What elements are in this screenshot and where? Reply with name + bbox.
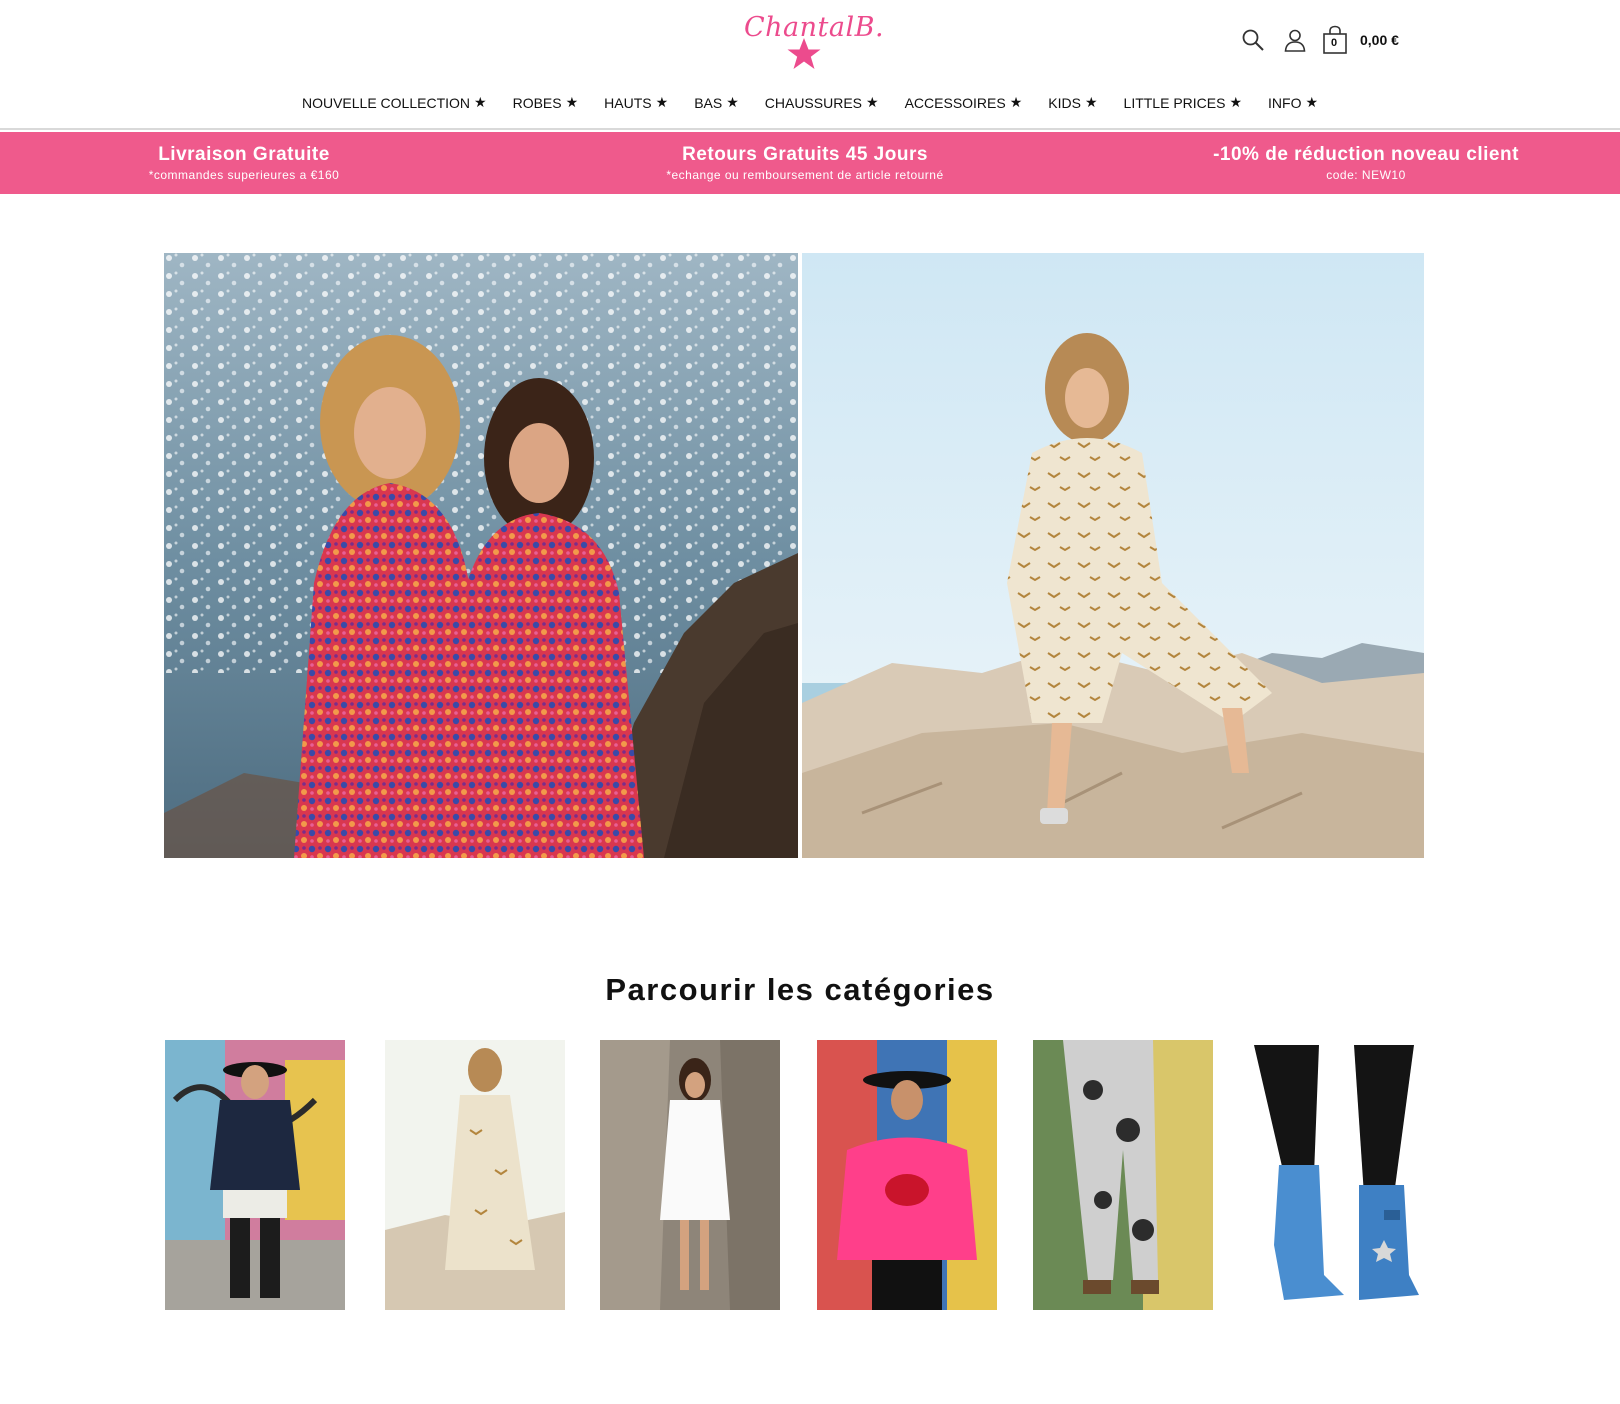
category-tile-5[interactable] [1033, 1040, 1213, 1310]
star-icon: ★ [1305, 94, 1319, 110]
promo-subtitle: *echange ou remboursement de article ret… [666, 168, 944, 182]
star-icon: ★ [1009, 94, 1023, 110]
nav-item-little-prices[interactable]: LITTLE PRICES ★ [1124, 94, 1242, 111]
star-icon [787, 38, 821, 69]
nav-item-hauts[interactable]: HAUTS ★ [604, 94, 668, 111]
nav-item-info[interactable]: INFO ★ [1268, 94, 1318, 111]
user-icon[interactable] [1280, 25, 1310, 55]
star-icon: ★ [474, 94, 487, 110]
category-tile-2[interactable] [385, 1040, 565, 1310]
nav-item-robes[interactable]: ROBES ★ [513, 94, 579, 111]
promo-new-client-discount: -10% de réduction noveau client code: NE… [1186, 144, 1546, 182]
nav-item-bas[interactable]: BAS ★ [694, 94, 739, 111]
star-icon: ★ [655, 94, 669, 110]
shopping-bag-icon[interactable]: 0 [1322, 25, 1352, 55]
cart-count-badge: 0 [1330, 37, 1338, 49]
nav-item-nouvelle-collection[interactable]: NOUVELLE COLLECTION ★ [302, 94, 487, 111]
star-icon: ★ [866, 94, 879, 110]
promo-title: -10% de réduction noveau client [1213, 144, 1519, 165]
star-icon: ★ [1229, 94, 1243, 110]
hero-image-beach-duo[interactable] [164, 253, 798, 858]
promo-subtitle: *commandes superieures a €160 [148, 168, 340, 182]
categories-heading: Parcourir les catégories [605, 972, 995, 1007]
cart-total[interactable]: 0,00 € [1360, 32, 1399, 48]
promo-bar: Livraison Gratuite *commandes superieure… [0, 132, 1620, 194]
promo-subtitle: code: NEW10 [1326, 168, 1406, 182]
category-tile-1[interactable] [165, 1040, 345, 1310]
category-tile-4[interactable] [817, 1040, 997, 1310]
hero-image-white-dress[interactable] [802, 253, 1424, 858]
brand-logo[interactable]: ChantalB. [740, 6, 890, 76]
main-nav: NOUVELLE COLLECTION ★ ROBES ★ HAUTS ★ BAS ★ … [0, 94, 1620, 111]
nav-item-accessoires[interactable]: ACCESSOIRES ★ [905, 94, 1023, 111]
star-icon: ★ [1084, 94, 1098, 110]
promo-title: Livraison Gratuite [158, 144, 330, 165]
search-icon[interactable] [1238, 25, 1268, 55]
header-actions: 0 0,00 € [1238, 22, 1399, 58]
star-icon: ★ [726, 94, 739, 110]
nav-item-chaussures[interactable]: CHAUSSURES ★ [765, 94, 879, 111]
category-tile-6[interactable] [1244, 1045, 1424, 1315]
promo-free-shipping: Livraison Gratuite *commandes superieure… [104, 144, 384, 182]
star-icon: ★ [565, 94, 579, 110]
promo-title: Retours Gratuits 45 Jours [682, 144, 928, 165]
nav-item-kids[interactable]: KIDS ★ [1048, 94, 1097, 111]
site-header: ChantalB. 0 0,00 € NOUVELLE COLLECTION ★ … [0, 0, 1620, 130]
promo-free-returns: Retours Gratuits 45 Jours *echange ou re… [630, 144, 980, 182]
category-tile-3[interactable] [600, 1040, 780, 1310]
